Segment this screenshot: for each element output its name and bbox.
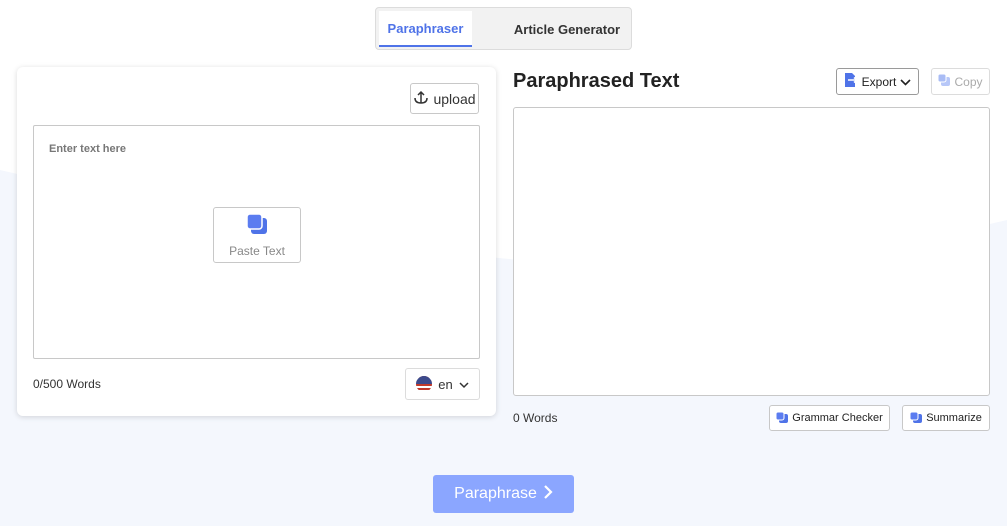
- paste-icon: [245, 212, 269, 241]
- paraphrased-output[interactable]: [513, 107, 990, 396]
- summarize-icon: [909, 411, 923, 426]
- chevron-down-icon: [459, 377, 469, 392]
- output-title: Paraphrased Text: [513, 70, 680, 92]
- summarize-label: Summarize: [926, 412, 982, 424]
- chevron-right-icon: [543, 484, 553, 505]
- upload-icon: [413, 89, 429, 108]
- upload-button[interactable]: upload: [410, 83, 479, 114]
- summarize-button[interactable]: Summarize: [902, 405, 990, 431]
- input-panel: upload Enter text here Paste Text 0/500 …: [17, 67, 496, 416]
- copy-button[interactable]: Copy: [931, 68, 990, 95]
- language-select[interactable]: en: [405, 368, 480, 400]
- export-icon: [844, 72, 858, 91]
- text-input-placeholder: Enter text here: [49, 143, 127, 155]
- paste-text-label: Paste Text: [229, 244, 285, 258]
- paraphrase-button[interactable]: Paraphrase: [433, 475, 574, 513]
- input-word-count: 0/500 Words: [33, 377, 101, 391]
- export-button[interactable]: Export: [836, 68, 919, 95]
- output-word-count: 0 Words: [513, 411, 558, 425]
- paraphrase-label: Paraphrase: [454, 485, 537, 502]
- tab-article-generator[interactable]: Article Generator: [506, 11, 628, 47]
- grammar-checker-button[interactable]: Grammar Checker: [769, 405, 890, 431]
- paste-text-button[interactable]: Paste Text: [213, 207, 301, 263]
- us-flag-icon: [416, 376, 433, 392]
- grammar-checker-icon: [775, 411, 789, 426]
- language-code: en: [438, 376, 453, 392]
- copy-icon: [937, 73, 951, 89]
- grammar-checker-label: Grammar Checker: [792, 412, 883, 424]
- text-input[interactable]: Enter text here Paste Text: [33, 125, 480, 359]
- export-label: Export: [861, 74, 897, 89]
- chevron-down-icon: [900, 75, 911, 89]
- mode-tabs: Paraphraser Article Generator: [375, 7, 632, 50]
- upload-label: upload: [433, 90, 476, 107]
- copy-label: Copy: [954, 74, 983, 89]
- tab-paraphraser[interactable]: Paraphraser: [379, 11, 472, 47]
